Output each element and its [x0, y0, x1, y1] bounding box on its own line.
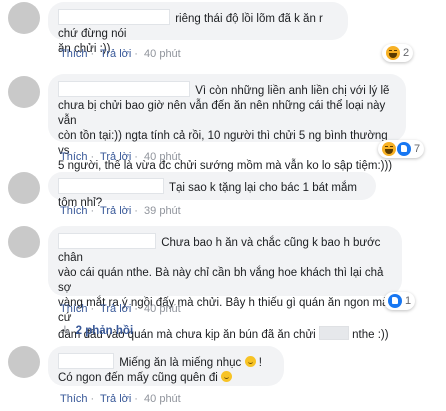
timestamp[interactable]: 40 phút: [144, 393, 181, 405]
reply-link[interactable]: Trả lời: [100, 205, 131, 217]
comment-bubble: Miếng ăn là miếng nhục ! Có ngon đến mấy…: [48, 346, 284, 386]
reply-link[interactable]: Trả lời: [100, 303, 131, 315]
timestamp[interactable]: 40 phút: [144, 48, 181, 60]
view-replies-link[interactable]: ↳ 2 phản hồi: [62, 323, 133, 337]
avatar[interactable]: [8, 76, 40, 108]
reaction-summary[interactable]: 1: [384, 292, 416, 310]
timestamp[interactable]: 39 phút: [144, 205, 181, 217]
reaction-summary[interactable]: 2: [382, 44, 414, 62]
like-link[interactable]: Thích: [60, 303, 88, 315]
timestamp[interactable]: 40 phút: [144, 151, 181, 163]
reaction-count: 2: [403, 47, 410, 59]
comment-actions: Thích · Trả lời · 40 phút: [60, 48, 181, 60]
haha-icon: [382, 142, 396, 156]
reply-link[interactable]: Trả lời: [100, 151, 131, 163]
redacted-name[interactable]: [58, 81, 190, 97]
comment-text-line: Vì còn những liền anh liền chị với lý lẽ: [195, 85, 390, 97]
reaction-count: 1: [405, 295, 412, 307]
redacted-name[interactable]: [58, 233, 156, 249]
avatar[interactable]: [8, 2, 40, 34]
redacted-name[interactable]: [58, 9, 170, 25]
comment-text-line: nthe :)): [352, 329, 389, 341]
haha-icon: [386, 46, 400, 60]
like-link[interactable]: Thích: [60, 393, 88, 405]
avatar[interactable]: [8, 172, 40, 204]
comment-text-line: Có ngon đến mấy cũng quên đi: [58, 372, 218, 384]
like-link[interactable]: Thích: [60, 151, 88, 163]
comment-bubble: Vì còn những liền anh liền chị với lý lẽ…: [48, 74, 406, 172]
redacted-mention[interactable]: [318, 326, 349, 340]
reply-link[interactable]: Trả lời: [100, 393, 131, 405]
replies-label: 2 phản hồi: [75, 325, 134, 337]
reply-arrow-icon: ↳: [62, 325, 72, 337]
comment-text-line: !: [258, 357, 262, 369]
smiley-emoji-icon: [221, 371, 233, 382]
comment-text-line: chưa bị chửi bao giờ nên vẫn đến ăn nên …: [58, 100, 386, 127]
comment-actions: Thích · Trả lời · 40 phút: [60, 151, 181, 163]
comment-bubble: riêng thái độ lồi lõm đã k ăn r chứ đừng…: [48, 2, 348, 55]
avatar[interactable]: [8, 346, 40, 378]
like-icon: [388, 294, 402, 308]
avatar[interactable]: [8, 226, 40, 258]
redacted-name[interactable]: [58, 178, 164, 194]
reaction-summary[interactable]: 7: [378, 140, 425, 158]
like-link[interactable]: Thích: [60, 48, 88, 60]
comment-text-line: vào cái quán nthe. Bà này chỉ cần bh vắn…: [58, 267, 384, 294]
like-icon: [397, 142, 411, 156]
smiley-emoji-icon: [244, 356, 256, 367]
comment-bubble: Tại sao k tặng lại cho bác 1 bát mắm tôm…: [48, 172, 376, 209]
comment-actions: Thích · Trả lời · 39 phút: [60, 205, 181, 217]
reaction-count: 7: [414, 143, 421, 155]
comment-bubble: Chưa bao h ăn và chắc cũng k bao h bước …: [48, 226, 402, 341]
reply-link[interactable]: Trả lời: [100, 48, 131, 60]
redacted-name[interactable]: [58, 353, 114, 369]
like-link[interactable]: Thích: [60, 205, 88, 217]
comment-actions: Thích · Trả lời · 40 phút: [60, 393, 181, 405]
comment-actions: Thích · Trả lời · 40 phút: [60, 303, 181, 315]
timestamp[interactable]: 40 phút: [144, 303, 181, 315]
comment-text-line: Miếng ăn là miếng nhục: [119, 357, 242, 369]
